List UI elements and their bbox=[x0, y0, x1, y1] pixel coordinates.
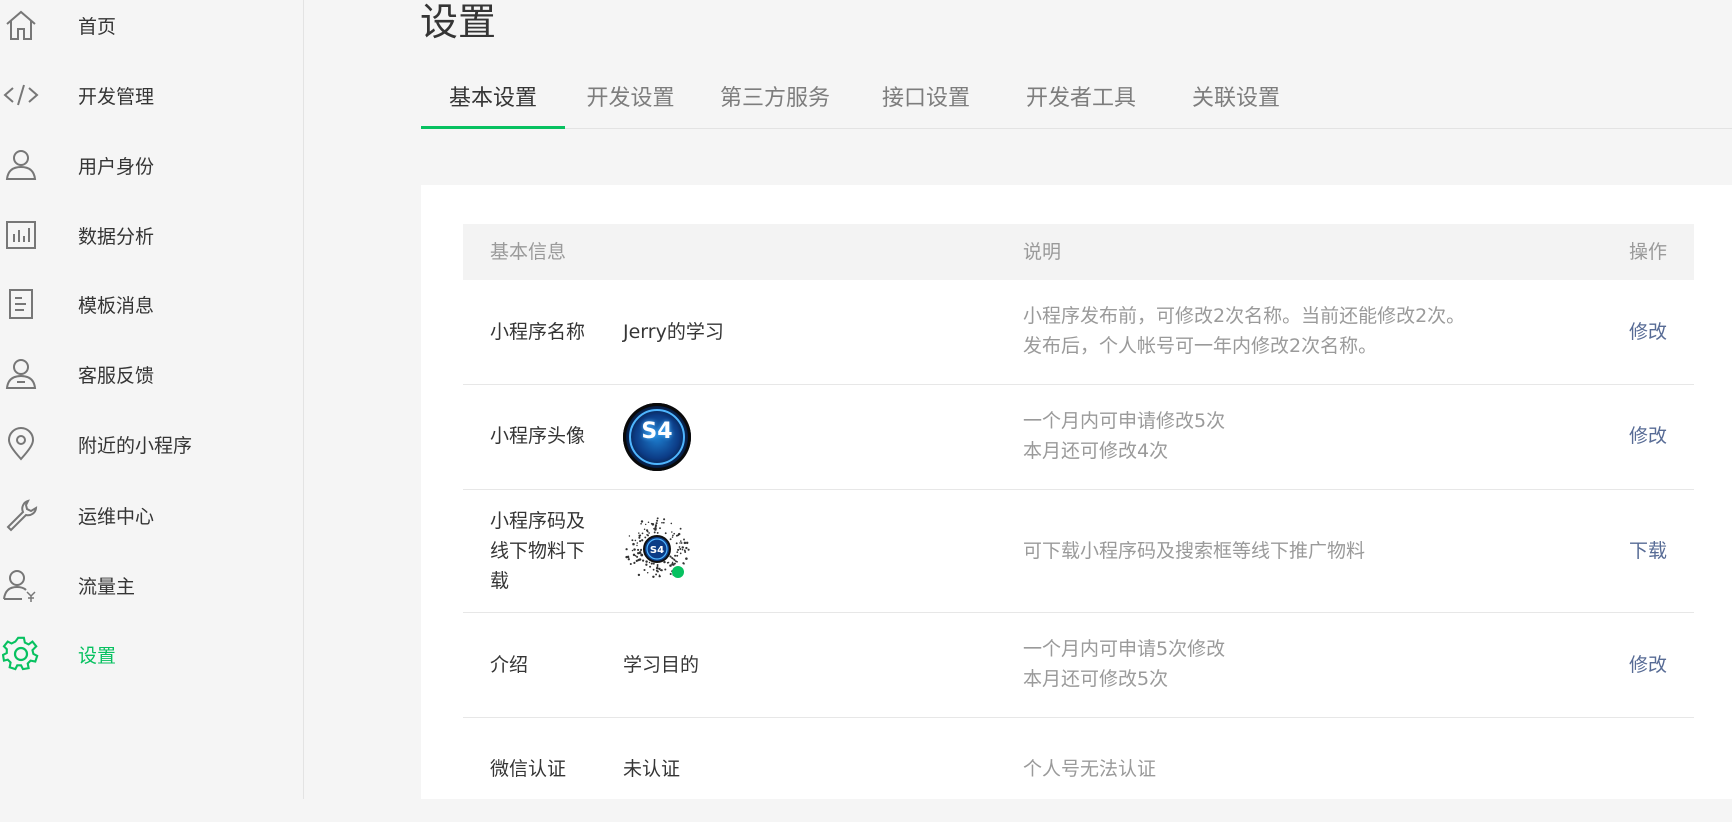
row-label: 载 bbox=[490, 570, 510, 592]
active-tab-indicator bbox=[421, 126, 565, 129]
document-icon bbox=[2, 285, 40, 323]
sidebar-item-home[interactable]: 首页 bbox=[0, 5, 303, 45]
tab-bar: 基本设置 开发设置 第三方服务 接口设置 开发者工具 关联设置 bbox=[421, 70, 1732, 129]
table-row: 介绍 学习目的 一个月内可申请5次修改 本月还可修改5次 修改 bbox=[463, 613, 1694, 718]
row-value: Jerry的学习 bbox=[623, 321, 724, 343]
page-title: 设置 bbox=[420, 0, 497, 44]
edit-avatar-link[interactable]: 修改 bbox=[1629, 421, 1667, 451]
table-header: 基本信息 说明 操作 bbox=[463, 224, 1694, 280]
settings-card: 基本信息 说明 操作 小程序名称 Jerry的学习 小程序发布前，可修改2次名称… bbox=[421, 185, 1732, 799]
avatar-text: S4 bbox=[641, 419, 673, 444]
row-desc-line: 一个月内可申请修改5次 bbox=[1023, 410, 1226, 432]
sidebar-item-label: 客服反馈 bbox=[78, 364, 155, 387]
tab-dev-tools[interactable]: 开发者工具 bbox=[998, 70, 1164, 128]
sidebar-item-nearby[interactable]: 附近的小程序 bbox=[0, 424, 303, 464]
sidebar-item-label: 运维中心 bbox=[78, 505, 155, 528]
sidebar-item-ops-center[interactable]: 运维中心 bbox=[0, 495, 303, 535]
code-icon bbox=[2, 76, 40, 114]
sidebar-item-label: 开发管理 bbox=[78, 85, 155, 108]
gear-icon bbox=[2, 635, 40, 673]
table-row: 小程序名称 Jerry的学习 小程序发布前，可修改2次名称。当前还能修改2次。 … bbox=[463, 280, 1694, 385]
basic-info-table: 基本信息 说明 操作 小程序名称 Jerry的学习 小程序发布前，可修改2次名称… bbox=[463, 224, 1694, 822]
user-icon bbox=[2, 146, 40, 184]
sidebar-item-traffic-master[interactable]: 流量主 bbox=[0, 565, 303, 605]
header-op: 操作 bbox=[1628, 241, 1667, 263]
row-desc-line: 可下载小程序码及搜索框等线下推广物料 bbox=[1023, 540, 1366, 562]
location-pin-icon bbox=[2, 425, 40, 463]
row-label: 小程序头像 bbox=[490, 425, 586, 447]
edit-intro-link[interactable]: 修改 bbox=[1629, 650, 1667, 680]
header-info: 基本信息 bbox=[490, 241, 567, 263]
sidebar-item-data-analysis[interactable]: 数据分析 bbox=[0, 215, 303, 255]
sidebar-item-template-message[interactable]: 模板消息 bbox=[0, 284, 303, 324]
row-value: 学习目的 bbox=[623, 654, 700, 676]
row-desc-line: 一个月内可申请5次修改 bbox=[1023, 638, 1226, 660]
row-label: 线下物料下 bbox=[490, 540, 586, 562]
sidebar-item-label: 流量主 bbox=[78, 575, 136, 598]
bar-chart-icon bbox=[2, 216, 40, 254]
row-label: 微信认证 bbox=[490, 758, 567, 780]
sidebar: 首页 开发管理 用户身份 数据分析 模板消息 客服反馈 附近的小程序 运维中心 … bbox=[0, 0, 304, 799]
tab-dev-settings[interactable]: 开发设置 bbox=[565, 70, 696, 128]
wrench-icon bbox=[2, 496, 40, 534]
mini-program-code-image: S4 bbox=[625, 517, 690, 579]
sidebar-item-label: 用户身份 bbox=[78, 155, 155, 178]
sidebar-item-label: 模板消息 bbox=[78, 294, 155, 317]
sidebar-item-label: 附近的小程序 bbox=[78, 434, 193, 457]
table-row: 小程序码及 线下物料下 载 S4 可下载小程序码及搜索框等线下推广物料 下载 bbox=[463, 490, 1694, 613]
service-icon bbox=[2, 355, 40, 393]
row-desc-line: 本月还可修改4次 bbox=[1023, 440, 1169, 462]
avatar: S4 bbox=[623, 403, 691, 471]
sidebar-item-customer-service[interactable]: 客服反馈 bbox=[0, 354, 303, 394]
row-label: 介绍 bbox=[490, 654, 529, 676]
sidebar-item-label: 首页 bbox=[78, 15, 117, 38]
sidebar-item-user-identity[interactable]: 用户身份 bbox=[0, 145, 303, 185]
download-link[interactable]: 下载 bbox=[1629, 536, 1667, 566]
tab-api-settings[interactable]: 接口设置 bbox=[854, 70, 998, 128]
row-value: 未认证 bbox=[623, 758, 681, 780]
row-label: 小程序码及 bbox=[490, 510, 586, 532]
user-yuan-icon bbox=[2, 566, 40, 604]
tab-basic-settings[interactable]: 基本设置 bbox=[421, 70, 565, 128]
sidebar-item-dev-manage[interactable]: 开发管理 bbox=[0, 75, 303, 115]
svg-text:S4: S4 bbox=[650, 545, 664, 556]
row-label: 小程序名称 bbox=[490, 321, 586, 343]
sidebar-item-label: 设置 bbox=[78, 644, 117, 667]
row-desc-line: 小程序发布前，可修改2次名称。当前还能修改2次。 bbox=[1023, 305, 1466, 327]
sidebar-item-settings[interactable]: 设置 bbox=[0, 634, 303, 674]
row-desc-line: 本月还可修改5次 bbox=[1023, 668, 1169, 690]
table-row: 微信认证 未认证 个人号无法认证 bbox=[463, 718, 1694, 822]
tab-third-party[interactable]: 第三方服务 bbox=[696, 70, 854, 128]
row-desc-line: 发布后，个人帐号可一年内修改2次名称。 bbox=[1023, 335, 1378, 357]
home-icon bbox=[2, 6, 40, 44]
sidebar-item-label: 数据分析 bbox=[78, 225, 155, 248]
row-desc-line: 个人号无法认证 bbox=[1023, 758, 1157, 780]
table-row: 小程序头像 S4 一个月内可申请修改5次 本月还可修改4次 修改 bbox=[463, 385, 1694, 490]
edit-name-link[interactable]: 修改 bbox=[1629, 317, 1667, 347]
tab-link-settings[interactable]: 关联设置 bbox=[1164, 70, 1308, 128]
header-desc: 说明 bbox=[1023, 241, 1062, 263]
